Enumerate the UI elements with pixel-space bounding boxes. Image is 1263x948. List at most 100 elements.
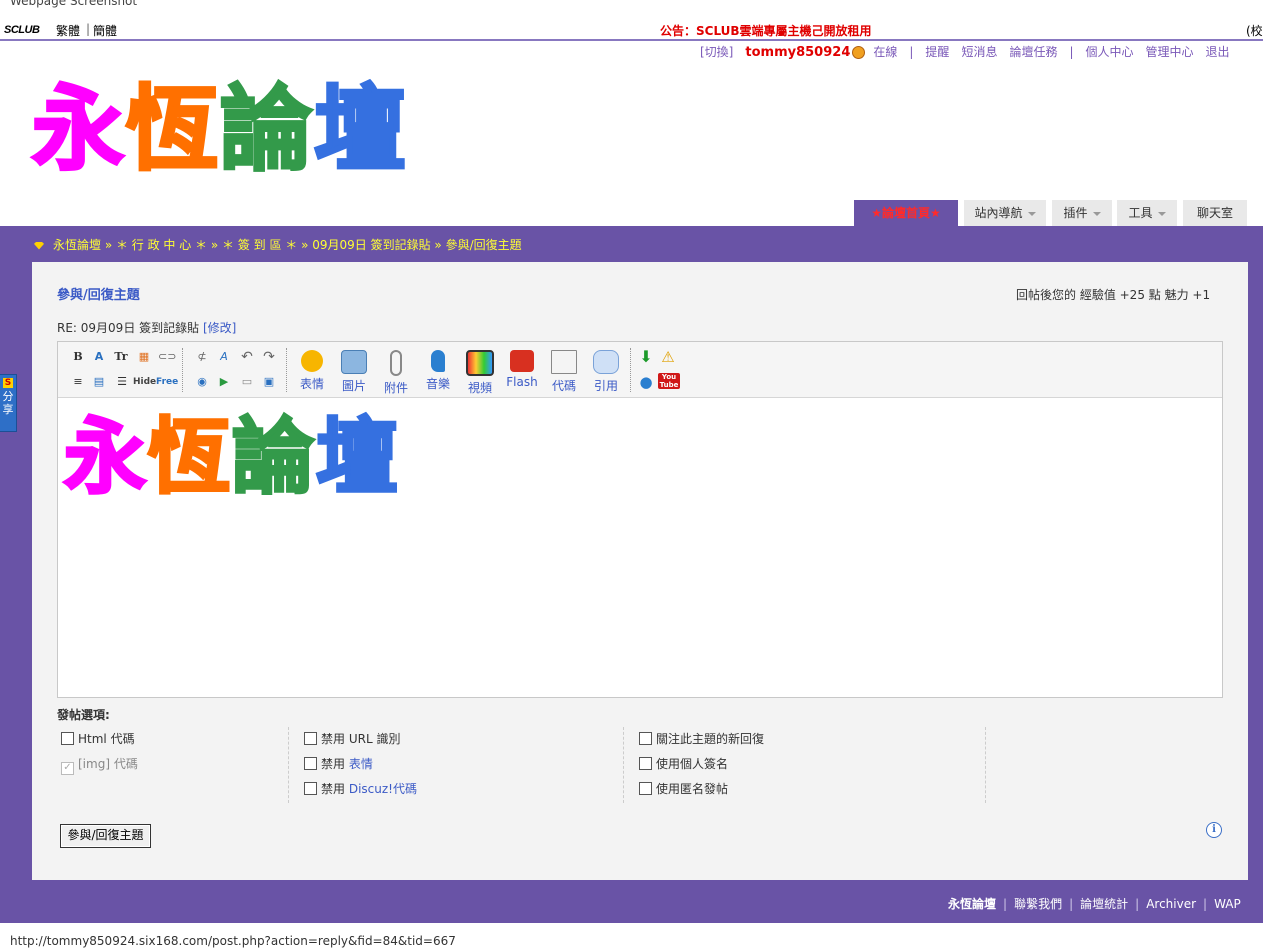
tab-site-nav[interactable]: 站內導航 <box>964 200 1046 226</box>
globe-icon[interactable]: ◉ <box>194 374 210 390</box>
play-icon[interactable]: ▶ <box>216 374 232 390</box>
checkbox[interactable] <box>304 757 317 770</box>
sclub-logo[interactable]: SCLUB <box>4 24 40 36</box>
table-grid-icon[interactable]: ▦ <box>136 349 152 365</box>
smiley-button[interactable]: 表情 <box>294 350 330 392</box>
video-button[interactable]: 視頻 <box>462 350 498 396</box>
disable-smilies-option[interactable]: 禁用 表情 <box>304 755 373 772</box>
disable-url-option[interactable]: 禁用 URL 識別 <box>304 730 400 747</box>
earth-icon[interactable]: ● <box>638 374 654 390</box>
bold-icon[interactable]: B <box>70 349 86 365</box>
reply-subject: RE: 09月09日 簽到記錄貼 [修改] <box>57 321 237 335</box>
announcement-link[interactable]: 公告：SCLUB雲端專屬主機己開放租用 <box>660 22 872 39</box>
page-e-icon[interactable]: ▣ <box>261 374 277 390</box>
chevron-down-icon <box>1027 211 1036 216</box>
username-link[interactable]: tommy850924 <box>745 45 850 60</box>
warning-icon[interactable]: ⚠ <box>660 349 676 365</box>
checkbox[interactable] <box>639 732 652 745</box>
footer-stats-link[interactable]: 論壇統計 <box>1080 897 1128 911</box>
chevron-down-icon <box>1157 211 1166 216</box>
discuz-code-link[interactable]: Discuz!代碼 <box>349 782 417 796</box>
undo-icon[interactable]: ↶ <box>239 349 255 365</box>
footer-separator: | <box>1003 897 1008 911</box>
image-icon <box>341 350 367 374</box>
online-status[interactable]: 在線 <box>873 45 897 59</box>
anonymous-post-option[interactable]: 使用匿名發帖 <box>639 780 728 797</box>
code-button[interactable]: 代碼 <box>546 350 582 394</box>
clear-format-icon[interactable]: A <box>216 349 232 365</box>
free-icon[interactable]: Free <box>156 374 178 390</box>
lang-simplified-link[interactable]: 簡體 <box>93 22 117 39</box>
footer-archiver-link[interactable]: Archiver <box>1146 897 1196 911</box>
quote-button[interactable]: 引用 <box>588 350 624 394</box>
share-tab[interactable]: S 分享 <box>0 374 17 432</box>
image-button[interactable]: 圖片 <box>336 350 372 394</box>
music-button[interactable]: 音樂 <box>420 350 456 392</box>
checkbox-checked: ✓ <box>61 762 74 775</box>
unlink-icon[interactable]: ⊄ <box>194 349 210 365</box>
footer-wap-link[interactable]: WAP <box>1214 897 1241 911</box>
footer-site-link[interactable]: 永恆論壇 <box>948 897 996 911</box>
edit-subject-link[interactable]: [修改] <box>203 321 236 335</box>
submit-reply-button[interactable]: 參與/回復主題 <box>60 824 151 848</box>
messages-link[interactable]: 短消息 <box>961 45 997 59</box>
profile-link[interactable]: 個人中心 <box>1086 45 1134 59</box>
numbered-list-icon[interactable]: ☰ <box>114 374 130 390</box>
logout-link[interactable]: 退出 <box>1206 45 1230 59</box>
smilies-link[interactable]: 表情 <box>349 757 373 771</box>
chevron-down-icon <box>1092 211 1101 216</box>
checkbox[interactable] <box>61 732 74 745</box>
redo-icon[interactable]: ↷ <box>261 349 277 365</box>
breadcrumb[interactable]: 永恆論壇 » ＊ 行 政 中 心 ＊ » ＊ 簽 到 區 ＊ » 09月09日 … <box>34 236 522 253</box>
link-icon[interactable]: ⊂⊃ <box>158 349 176 365</box>
hide-icon[interactable]: Hide <box>133 374 156 390</box>
watch-thread-option[interactable]: 關注此主題的新回復 <box>639 730 764 747</box>
color-icon[interactable]: A <box>91 349 107 365</box>
lang-separator: | <box>86 22 91 36</box>
coin-icon <box>852 46 866 59</box>
attachment-button[interactable]: 附件 <box>378 350 414 396</box>
checkbox[interactable] <box>639 757 652 770</box>
message-textarea[interactable]: 永恆論壇 <box>58 398 1222 697</box>
tab-forum-home[interactable]: ★論壇首頁★ <box>854 200 958 226</box>
info-icon[interactable]: i <box>1206 822 1222 838</box>
img-code-option: ✓ [img] 代碼 <box>61 755 138 775</box>
post-options-title: 發帖選項: <box>57 708 110 722</box>
forum-logo[interactable]: 永恆論壇 <box>30 70 408 190</box>
screenshot-watermark: Webpage Screenshot <box>10 0 138 8</box>
footer-separator: | <box>1069 897 1074 911</box>
youtube-icon[interactable]: You Tube <box>658 373 680 389</box>
music-icon <box>431 350 445 372</box>
tab-plugins[interactable]: 插件 <box>1052 200 1112 226</box>
checkbox[interactable] <box>639 782 652 795</box>
page-title: 參與/回復主題 <box>57 288 140 303</box>
tab-chatroom[interactable]: 聊天室 <box>1183 200 1247 226</box>
font-size-icon[interactable]: Tr <box>113 349 129 365</box>
footer-links: 永恆論壇 | 聯繫我們 | 論壇統計 | Archiver | WAP <box>948 895 1241 912</box>
nav-separator: | <box>909 45 914 59</box>
align-icon[interactable]: ≡ <box>70 374 86 390</box>
toolbar-divider <box>286 348 288 392</box>
footer-separator: | <box>1135 897 1140 911</box>
disable-discuz-code-option[interactable]: 禁用 Discuz!代碼 <box>304 780 417 797</box>
admin-link[interactable]: 管理中心 <box>1146 45 1194 59</box>
tab-tools[interactable]: 工具 <box>1117 200 1177 226</box>
html-code-option[interactable]: Html 代碼 <box>61 730 135 747</box>
checkbox[interactable] <box>304 732 317 745</box>
reminders-link[interactable]: 提醒 <box>925 45 949 59</box>
nav-separator: | <box>1069 45 1074 59</box>
download-arrow-icon[interactable]: ⬇ <box>638 349 654 365</box>
list-table-icon[interactable]: ▤ <box>91 374 107 390</box>
flash-button[interactable]: Flash <box>504 350 540 389</box>
page-icon[interactable]: ▭ <box>239 374 255 390</box>
switch-link[interactable]: [切換] <box>700 45 733 59</box>
status-bar-url: http://tommy850924.six168.com/post.php?a… <box>10 934 456 948</box>
tasks-link[interactable]: 論壇任務 <box>1009 45 1057 59</box>
toolbar-divider <box>182 348 184 392</box>
smiley-icon <box>301 350 323 372</box>
footer-contact-link[interactable]: 聯繫我們 <box>1014 897 1062 911</box>
checkbox[interactable] <box>304 782 317 795</box>
lang-traditional-link[interactable]: 繁體 <box>56 22 80 39</box>
use-signature-option[interactable]: 使用個人簽名 <box>639 755 728 772</box>
quote-icon <box>593 350 619 374</box>
